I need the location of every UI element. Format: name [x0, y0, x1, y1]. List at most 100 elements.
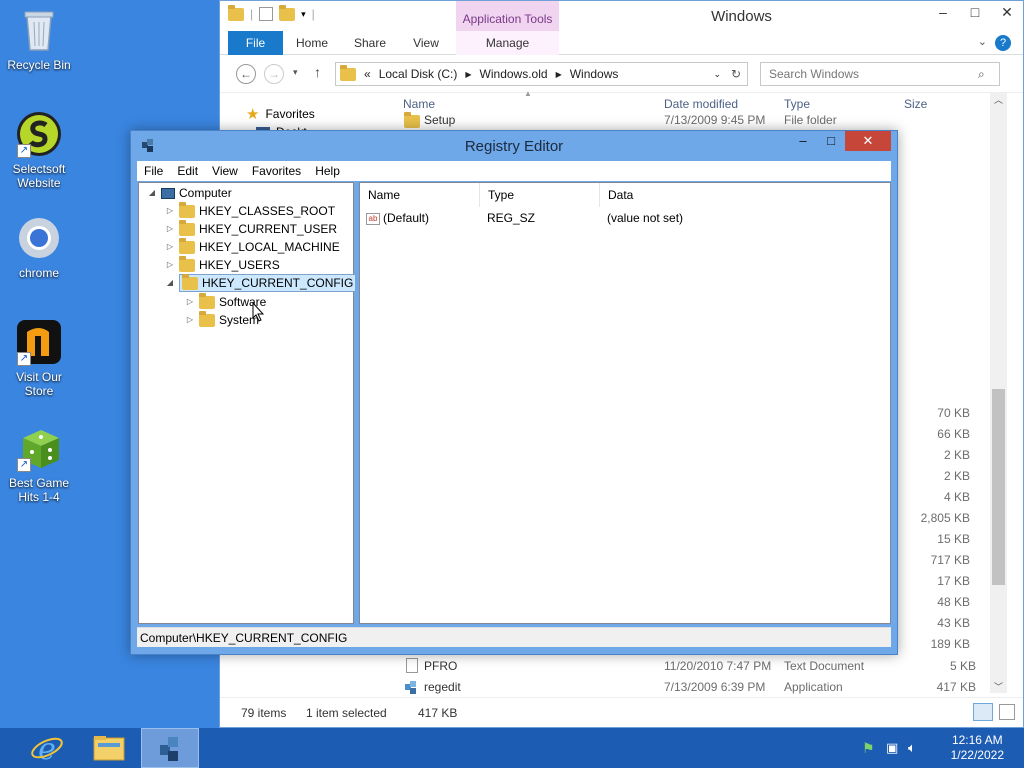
menu-file[interactable]: File [137, 161, 170, 181]
vertical-scrollbar[interactable]: ︿ ﹀ [990, 93, 1007, 693]
menu-view[interactable]: View [205, 161, 245, 181]
file-size: 417 KB [936, 680, 976, 694]
tree-node-label: HKEY_CURRENT_USER [199, 222, 338, 236]
folder-icon [182, 273, 198, 290]
tree-node-system[interactable]: ▷ System [185, 310, 259, 329]
close-button[interactable]: ✕ [845, 131, 891, 151]
collapse-icon[interactable]: ◢ [165, 274, 175, 292]
folder-icon [199, 292, 215, 309]
minimize-button[interactable]: – [927, 1, 959, 23]
expand-icon[interactable]: ▷ [165, 220, 175, 238]
large-icons-view-icon[interactable] [999, 704, 1015, 720]
chrome-icon [15, 214, 63, 262]
tab-view[interactable]: View [406, 31, 446, 55]
up-button[interactable]: ↑ [314, 64, 321, 80]
expand-icon[interactable]: ▷ [165, 256, 175, 274]
column-header-name[interactable]: Name [360, 183, 480, 207]
taskbar-explorer-button[interactable] [80, 728, 138, 768]
tree-node-hkcu[interactable]: ▷ HKEY_CURRENT_USER [165, 219, 338, 238]
expand-ribbon-icon[interactable]: ⌄ [978, 35, 987, 48]
minimize-button[interactable]: – [789, 131, 817, 151]
breadcrumb-windows-old[interactable]: Windows.old [480, 67, 548, 81]
regedit-app-icon [404, 679, 420, 695]
column-header-size[interactable]: Size [904, 97, 927, 111]
breadcrumb-local-disk[interactable]: Local Disk (C:) [379, 67, 458, 81]
desktop-icon-recycle-bin[interactable]: Recycle Bin [4, 6, 74, 72]
forward-button[interactable]: → [264, 64, 284, 84]
file-row-regedit[interactable]: regedit 7/13/2009 6:39 PM Application 41… [402, 678, 992, 698]
close-button[interactable]: ✕ [991, 1, 1023, 23]
file-size: 2 KB [943, 448, 970, 462]
desktop-icon-selectsoft[interactable]: ↗ Selectsoft Website [4, 110, 74, 190]
tree-node-hkcc[interactable]: ◢ HKEY_CURRENT_CONFIG [165, 273, 357, 292]
network-icon[interactable]: ▣ [886, 740, 898, 756]
taskbar-regedit-button[interactable] [141, 728, 199, 768]
back-button[interactable]: ← [236, 64, 256, 84]
column-header-name[interactable]: Name [403, 97, 435, 111]
action-center-flag-icon[interactable]: ⚑ [862, 740, 875, 757]
scrollbar-thumb[interactable] [992, 389, 1005, 585]
column-header-data[interactable]: Data [600, 183, 890, 207]
column-header-date[interactable]: Date modified [664, 97, 738, 111]
expand-icon[interactable]: ▷ [185, 293, 195, 311]
file-row-setup[interactable]: Setup 7/13/2009 9:45 PM File folder [404, 112, 964, 128]
file-row-pfro[interactable]: PFRO 11/20/2010 7:47 PM Text Document 5 … [402, 657, 992, 677]
expand-icon[interactable]: ▷ [185, 311, 195, 329]
tree-node-label: HKEY_CLASSES_ROOT [199, 204, 336, 218]
tree-node-hku[interactable]: ▷ HKEY_USERS [165, 255, 280, 274]
expand-icon[interactable]: ▷ [165, 202, 175, 220]
menu-help[interactable]: Help [308, 161, 347, 181]
file-size: 5 KB [949, 659, 976, 673]
details-view-icon[interactable] [973, 703, 993, 721]
computer-icon [161, 187, 175, 199]
regedit-titlebar[interactable]: Registry Editor – □ ✕ [131, 131, 897, 161]
refresh-icon[interactable]: ↻ [731, 67, 741, 81]
explorer-titlebar[interactable]: | ▾ | Application Tools Windows – □ ✕ [220, 1, 1023, 31]
column-header-type[interactable]: Type [480, 183, 600, 207]
address-overflow[interactable]: « [364, 67, 371, 81]
value-type: REG_SZ [487, 211, 536, 225]
menu-favorites[interactable]: Favorites [245, 161, 308, 181]
scroll-up-icon[interactable]: ︿ [990, 93, 1007, 106]
menu-edit[interactable]: Edit [170, 161, 205, 181]
breadcrumb-windows[interactable]: Windows [570, 67, 619, 81]
file-date: 7/13/2009 9:45 PM [664, 113, 766, 127]
collapse-icon[interactable]: ◢ [147, 184, 157, 202]
tab-file[interactable]: File [228, 31, 283, 55]
taskbar: e ⚑ ▣ 🔈︎ 12:16 AM 1/22/2022 [0, 728, 1024, 768]
file-size: 70 KB [937, 406, 970, 420]
taskbar-ie-button[interactable]: e [18, 728, 76, 768]
star-icon: ★ [246, 106, 260, 123]
tab-share[interactable]: Share [350, 31, 390, 55]
address-dropdown-icon[interactable]: ⌄ [713, 69, 721, 80]
maximize-button[interactable]: □ [817, 131, 845, 151]
selected-node[interactable]: HKEY_CURRENT_CONFIG [179, 273, 357, 292]
expand-icon[interactable]: ▷ [165, 238, 175, 256]
tree-node-computer[interactable]: ◢ Computer [147, 184, 232, 202]
desktop-icon-best-game-hits[interactable]: ↗ Best Game Hits 1-4 [4, 424, 74, 504]
file-size: 43 KB [937, 616, 970, 630]
file-type: Application [784, 680, 843, 694]
clock[interactable]: 12:16 AM 1/22/2022 [951, 733, 1004, 763]
file-name: regedit [424, 680, 461, 694]
value-row-default[interactable]: ab (Default) REG_SZ (value not set) [366, 211, 886, 227]
registry-editor-window[interactable]: Registry Editor – □ ✕ File Edit View Fav… [130, 130, 898, 655]
registry-values-list[interactable]: Name Type Data ab (Default) REG_SZ (valu… [359, 182, 891, 624]
window-title: Registry Editor [464, 138, 564, 155]
volume-muted-icon[interactable]: 🔈︎ [908, 740, 916, 756]
recent-locations-dropdown-icon[interactable]: ▾ [293, 67, 298, 78]
maximize-button[interactable]: □ [959, 1, 991, 23]
nav-favorites[interactable]: ★ Favorites [246, 105, 315, 123]
search-input[interactable]: Search Windows [760, 62, 1000, 86]
column-header-type[interactable]: Type [784, 97, 810, 111]
desktop-icon-visit-store[interactable]: ↗ Visit Our Store [4, 318, 74, 398]
tree-node-hkcr[interactable]: ▷ HKEY_CLASSES_ROOT [165, 201, 336, 220]
tab-manage[interactable]: Manage [456, 31, 559, 55]
registry-tree[interactable]: ◢ Computer ▷ HKEY_CLASSES_ROOT ▷ HKEY_CU… [138, 182, 357, 624]
tree-node-hklm[interactable]: ▷ HKEY_LOCAL_MACHINE [165, 237, 340, 256]
desktop-icon-chrome[interactable]: chrome [4, 214, 74, 280]
tab-home[interactable]: Home [292, 31, 332, 55]
address-bar[interactable]: « Local Disk (C:) ▶ Windows.old ▶ Window… [335, 62, 748, 86]
help-icon[interactable]: ? [995, 35, 1011, 51]
scroll-down-icon[interactable]: ﹀ [990, 680, 1007, 693]
